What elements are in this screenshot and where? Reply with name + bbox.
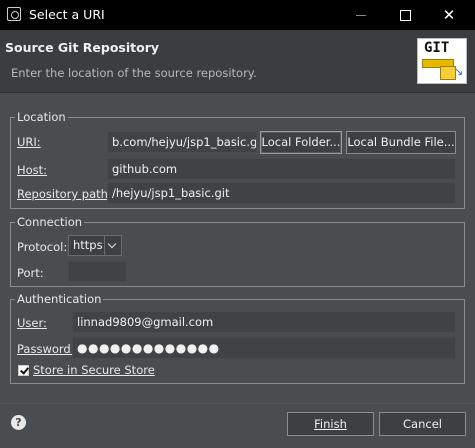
eclipse-app-icon	[7, 7, 21, 21]
password-label: Password:	[17, 342, 75, 356]
user-input[interactable]: linnad9809@gmail.com	[72, 311, 456, 333]
local-bundle-file-button[interactable]: Local Bundle File...	[346, 131, 456, 154]
connection-legend: Connection	[17, 215, 83, 229]
cancel-button[interactable]: Cancel	[379, 412, 466, 436]
repository-path-label: Repository path:	[17, 187, 112, 201]
close-button[interactable]: ✕	[427, 0, 471, 30]
store-secure-label[interactable]: Store in Secure Store	[33, 363, 155, 377]
finish-button-label: Finish	[314, 417, 347, 431]
uri-label: URI:	[17, 135, 41, 149]
host-input[interactable]: github.com	[107, 158, 456, 180]
page-title: Source Git Repository	[5, 40, 160, 55]
wizard-header: Source Git Repository Enter the location…	[0, 30, 475, 93]
local-folder-button[interactable]: Local Folder...	[260, 131, 342, 154]
host-label: Host:	[17, 163, 48, 177]
store-secure-checkbox[interactable]	[18, 365, 29, 376]
uri-input[interactable]: b.com/hejyu/jsp1_basic.git	[107, 131, 257, 153]
chevron-down-icon	[104, 236, 121, 255]
git-repository-icon: GIT ↘	[417, 38, 467, 84]
page-description: Enter the location of the source reposit…	[11, 66, 257, 80]
user-label: User:	[17, 316, 47, 330]
git-icon-text: GIT	[424, 40, 450, 56]
location-legend: Location	[17, 110, 66, 124]
password-input[interactable]: ●●●●●●●●●●●●●	[72, 337, 456, 359]
finish-button[interactable]: Finish	[287, 412, 374, 436]
title-bar: Select a URI ✕	[0, 0, 475, 30]
window-title: Select a URI	[29, 7, 105, 22]
maximize-button[interactable]	[383, 0, 427, 30]
footer-divider	[0, 403, 475, 404]
protocol-label: Protocol:	[17, 240, 68, 254]
repository-path-label-text: Repository path:	[17, 187, 112, 201]
repository-path-input[interactable]: /hejyu/jsp1_basic.git	[107, 182, 456, 204]
arrow-icon: ↘	[454, 65, 464, 78]
minimize-button[interactable]	[339, 0, 383, 30]
authentication-legend: Authentication	[17, 292, 102, 306]
port-label: Port:	[17, 266, 44, 280]
port-input[interactable]	[68, 261, 127, 282]
protocol-selected-value: https	[73, 238, 103, 252]
help-icon[interactable]: ?	[11, 415, 26, 430]
protocol-select[interactable]: https	[68, 235, 122, 256]
